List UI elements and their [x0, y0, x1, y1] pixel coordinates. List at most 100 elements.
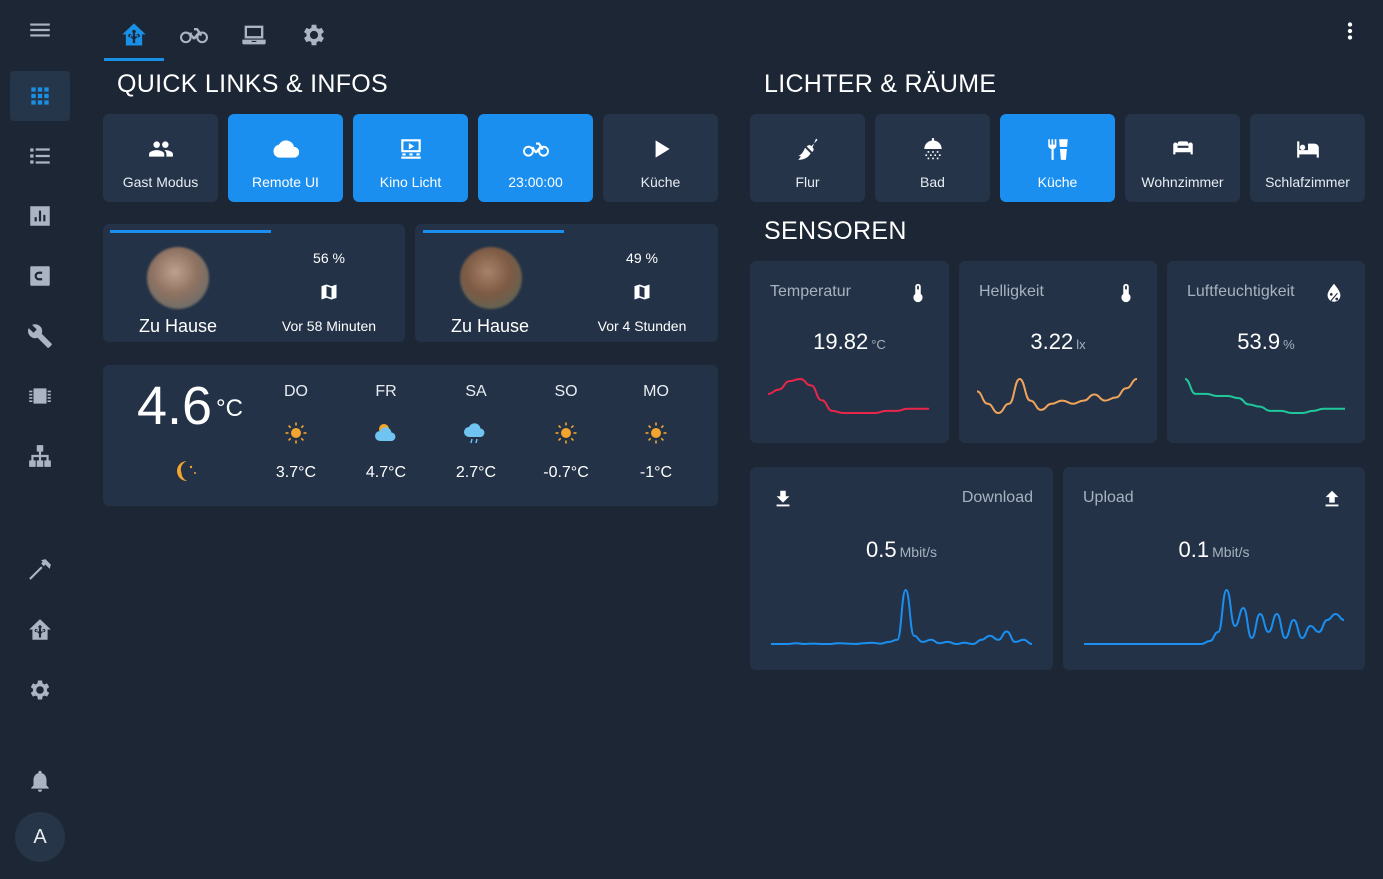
theater-icon: [398, 136, 424, 162]
sensor-sparkline: [1185, 376, 1345, 416]
tab-laptop[interactable]: [224, 10, 284, 60]
forecast-day: DO 3.7°C: [261, 383, 331, 482]
forecast-temp: 4.7°C: [351, 464, 421, 482]
sensor-card-temperatur[interactable]: Temperatur 19.82°C: [750, 261, 949, 443]
section-title-lights: LICHTER & RÄUME: [764, 70, 996, 99]
sensor-name: Luftfeuchtigkeit: [1187, 283, 1295, 301]
broom-icon: [795, 136, 821, 162]
sensor-name: Temperatur: [770, 283, 851, 301]
sensor-unit: %: [1283, 337, 1295, 352]
button-label: Gast Modus: [123, 174, 198, 190]
forecast-temp: 3.7°C: [261, 464, 331, 482]
menu-button[interactable]: [10, 5, 70, 55]
sidebar-item-overview[interactable]: [10, 71, 70, 121]
partly-cloudy-icon: [372, 419, 400, 447]
button-gast-modus[interactable]: Gast Modus: [103, 114, 218, 202]
button-label: Schlafzimmer: [1265, 174, 1350, 190]
sidebar-item-supervisor[interactable]: [10, 605, 70, 655]
forecast-day-name: SA: [441, 383, 511, 401]
chip-icon: [27, 383, 53, 409]
sidebar-item-settings[interactable]: [10, 665, 70, 715]
button-flur[interactable]: Flur: [750, 114, 865, 202]
person-card[interactable]: Zu Hause 49 % Vor 4 Stunden: [415, 224, 718, 342]
person-card[interactable]: Zu Hause 56 % Vor 58 Minuten: [103, 224, 405, 342]
sidebar-item-tools[interactable]: [10, 311, 70, 361]
rain-icon: [462, 419, 490, 447]
sensor-value: 53.9: [1237, 329, 1280, 354]
button-küche[interactable]: Küche: [1000, 114, 1115, 202]
forecast-temp: -1°C: [621, 464, 691, 482]
wrench-icon: [27, 323, 53, 349]
sparkline-path: [771, 590, 1032, 644]
battery-percent: 49 %: [567, 250, 717, 266]
network-sparkline: [1084, 587, 1344, 647]
button-label: 23:00:00: [508, 174, 563, 190]
person-photo: [460, 247, 522, 309]
thermometer-icon: [1115, 281, 1137, 305]
menu-icon: [27, 17, 53, 43]
thermometer-icon: [907, 281, 929, 305]
sidebar-item-hardware[interactable]: [10, 371, 70, 421]
home-assistant-icon: [27, 617, 53, 643]
avatar[interactable]: A: [15, 812, 65, 862]
sun-icon: [642, 419, 670, 447]
sidebar-item-logbook[interactable]: [10, 131, 70, 181]
forecast-temp: 2.7°C: [441, 464, 511, 482]
button-küche[interactable]: Küche: [603, 114, 718, 202]
button-23-00-00[interactable]: 23:00:00: [478, 114, 593, 202]
section-title-sensors: SENSOREN: [764, 217, 907, 246]
map-icon: [632, 282, 652, 302]
button-bad[interactable]: Bad: [875, 114, 990, 202]
forecast-day-name: DO: [261, 383, 331, 401]
weather-card[interactable]: 4.6 °C DO3.7°CFR4.7°CSA2.7°CSO-0.7°CMO-1…: [103, 365, 718, 506]
button-label: Bad: [920, 174, 945, 190]
sensor-card-luftfeuchtigkeit[interactable]: Luftfeuchtigkeit 53.9%: [1167, 261, 1365, 443]
button-kino-licht[interactable]: Kino Licht: [353, 114, 468, 202]
bar-chart-icon: [27, 203, 53, 229]
bike-icon: [180, 21, 208, 49]
overflow-menu-button[interactable]: [1335, 16, 1365, 46]
dots-vertical-icon: [1337, 18, 1363, 44]
forecast-day: SA 2.7°C: [441, 383, 511, 482]
person-state: Zu Hause: [415, 316, 565, 337]
map-icon: [319, 282, 339, 302]
button-label: Kino Licht: [380, 174, 441, 190]
forecast-day: FR4.7°C: [351, 383, 421, 482]
sidebar-item-history[interactable]: [10, 191, 70, 241]
sensor-value: 19.82: [813, 329, 868, 354]
weather-unit: °C: [216, 395, 243, 423]
sensor-value: 3.22: [1030, 329, 1073, 354]
button-remote-ui[interactable]: Remote UI: [228, 114, 343, 202]
network-name: Download: [962, 489, 1033, 507]
home-assistant-icon: [120, 21, 148, 49]
sparkline-path: [768, 379, 929, 413]
sidebar-item-developer[interactable]: [10, 545, 70, 595]
sitemap-icon: [27, 443, 53, 469]
tab-settings[interactable]: [284, 10, 344, 60]
sparkline-path: [1185, 379, 1345, 413]
sensor-card-helligkeit[interactable]: Helligkeit3.22lx: [959, 261, 1157, 443]
network-sparkline: [771, 587, 1032, 647]
bed-icon: [1295, 136, 1321, 162]
battery-bar: [423, 230, 564, 233]
play-icon: [648, 136, 674, 162]
button-wohnzimmer[interactable]: Wohnzimmer: [1125, 114, 1240, 202]
sidebar-item-code[interactable]: [10, 251, 70, 301]
sensor-sparkline: [977, 376, 1137, 416]
hammer-icon: [27, 557, 53, 583]
button-label: Flur: [795, 174, 819, 190]
upload-icon: [1321, 487, 1343, 511]
person-state: Zu Hause: [103, 316, 253, 337]
sidebar-item-network[interactable]: [10, 431, 70, 481]
button-label: Küche: [1038, 174, 1078, 190]
gear-icon: [27, 677, 53, 703]
button-schlafzimmer[interactable]: Schlafzimmer: [1250, 114, 1365, 202]
tab-bike[interactable]: [164, 10, 224, 60]
tab-home[interactable]: [104, 10, 164, 60]
sensor-unit: °C: [871, 337, 886, 352]
water-percent-icon: [1323, 281, 1345, 305]
sidebar-item-notifications[interactable]: [10, 756, 70, 806]
network-card-upload[interactable]: Upload0.1Mbit/s: [1063, 467, 1365, 670]
bell-icon: [27, 768, 53, 794]
network-card-download[interactable]: Download0.5Mbit/s: [750, 467, 1053, 670]
